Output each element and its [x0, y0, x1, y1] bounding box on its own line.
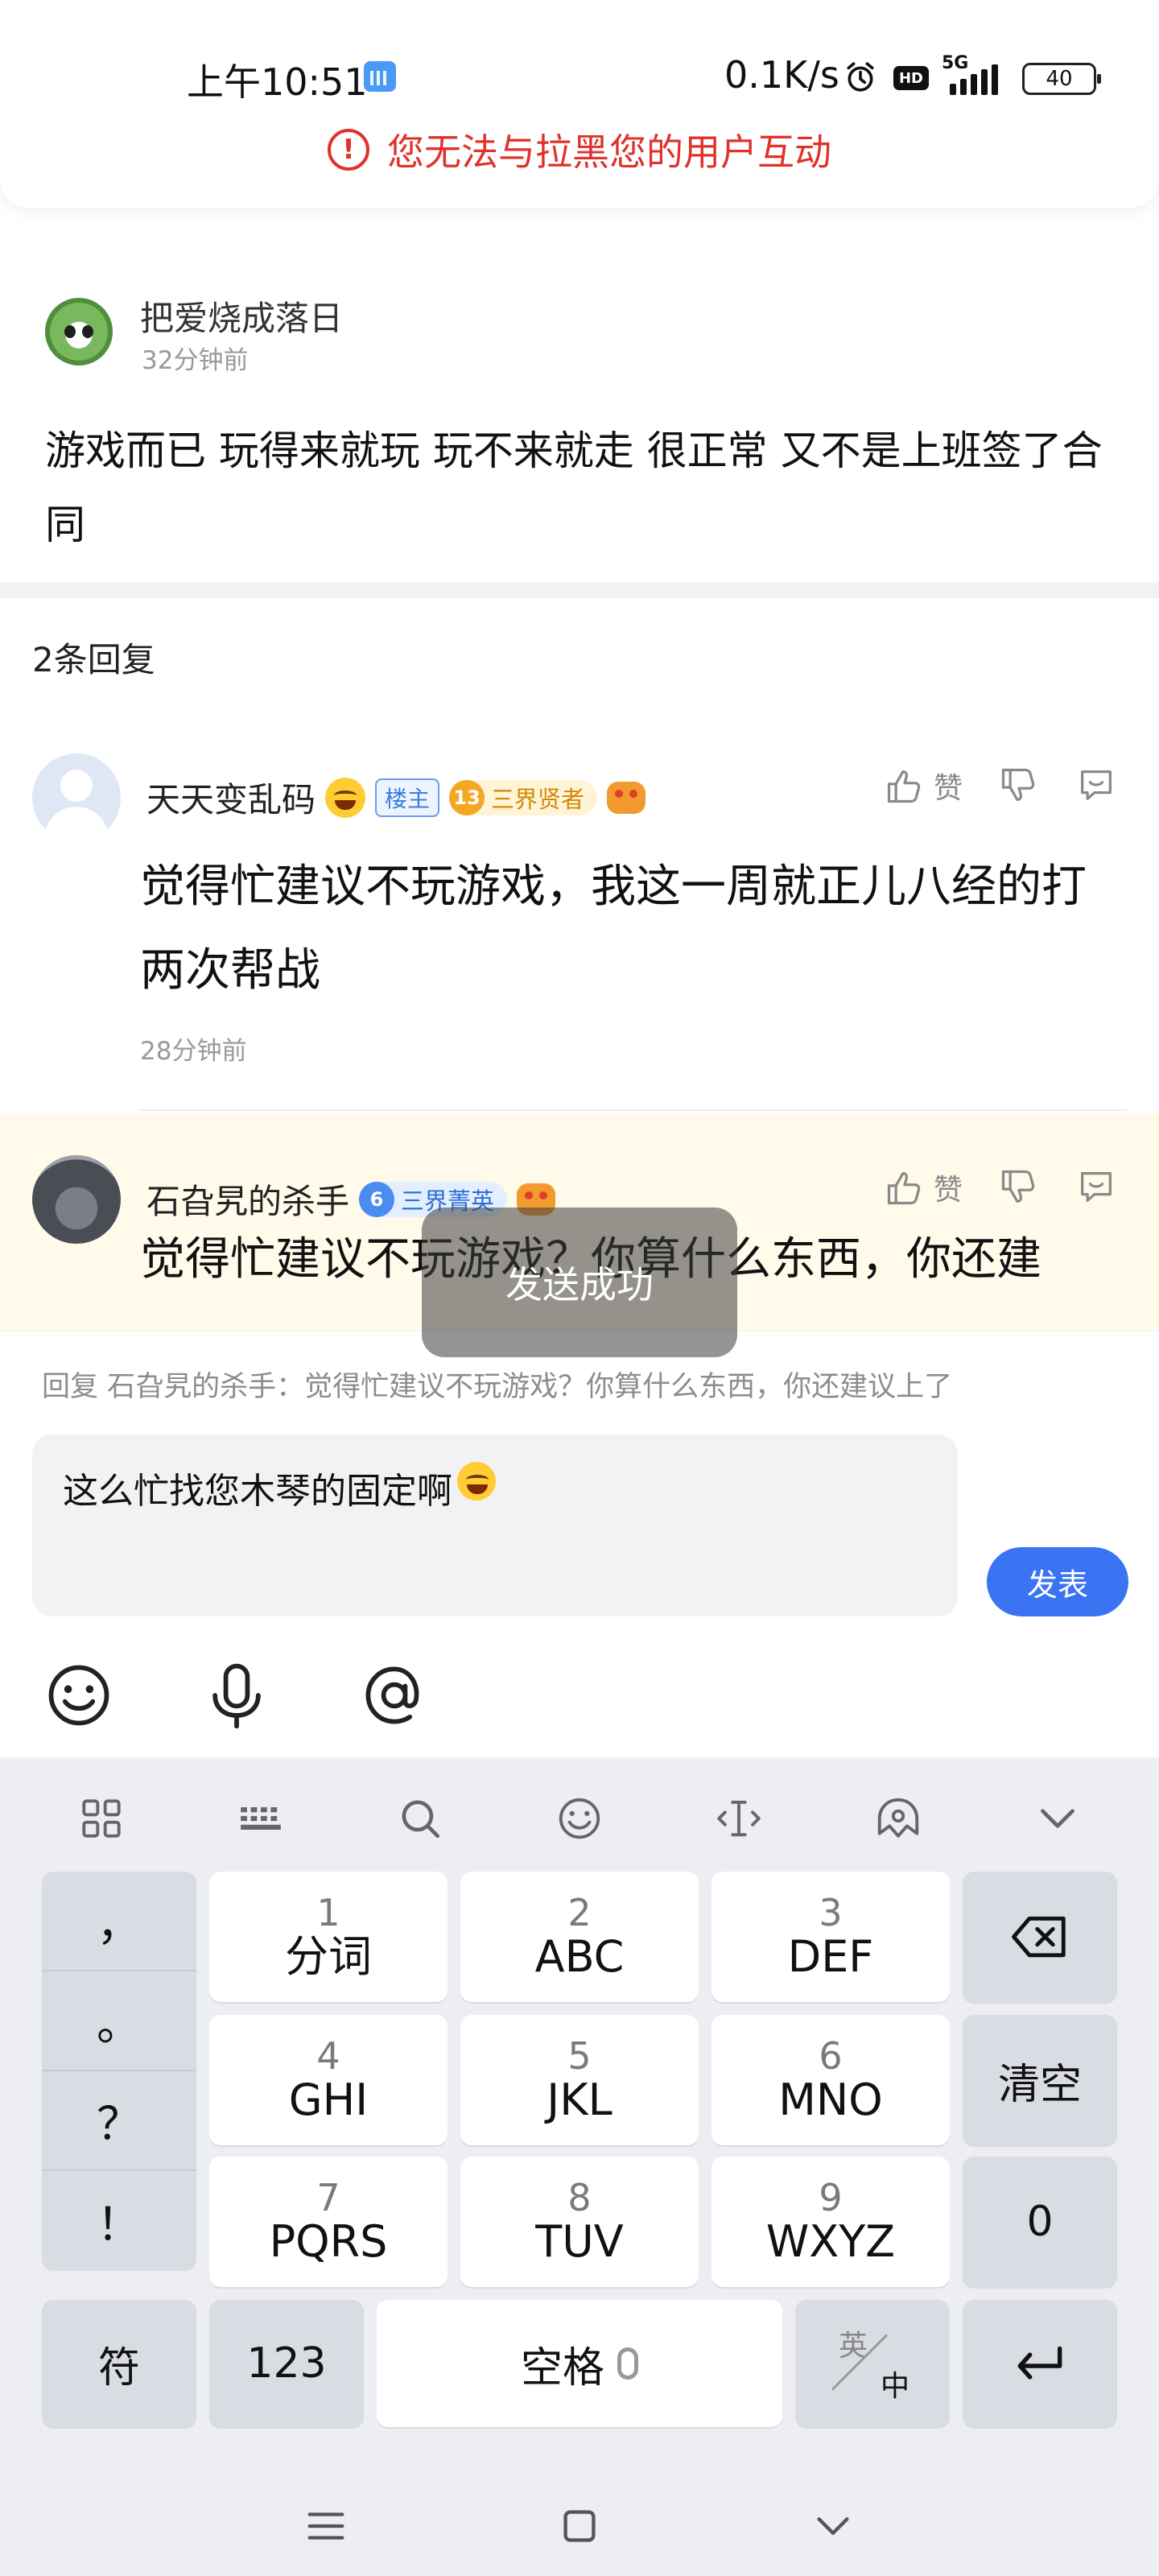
reply-target-hint: 回复 石旮旯的杀手：觉得忙建议不玩游戏？你算什么东西，你还建议上了 [42, 1371, 953, 1403]
like-button[interactable]: 赞 [884, 765, 963, 807]
main-post: 把爱烧成落日 32分钟前 游戏而已 玩得来就玩 玩不来就走 很正常 又不是上班签… [0, 208, 1159, 582]
divider [140, 1109, 1127, 1111]
thumbs-up-icon [887, 770, 921, 803]
key-5[interactable]: 5 JKL [460, 2015, 699, 2145]
mention-icon[interactable] [357, 1658, 431, 1732]
menu-nav-icon[interactable] [298, 2498, 354, 2554]
comment-icon [1081, 770, 1112, 800]
hd-icon: HD [893, 66, 929, 90]
title-badge: 三界贤者 [491, 785, 585, 813]
emoji-icon[interactable] [551, 1790, 608, 1847]
thumbs-down-icon [1001, 768, 1035, 801]
avatar[interactable] [32, 1155, 121, 1244]
microphone-icon[interactable] [200, 1658, 274, 1732]
system-nav-bar [0, 2474, 1159, 2576]
language-toggle-key[interactable]: 英 中 [795, 2300, 950, 2427]
status-bar: 上午10:51 0.1K/s HD 5G 40 [0, 50, 1159, 106]
skin-theme-icon[interactable] [869, 1790, 927, 1847]
key-3[interactable]: 3 DEF [711, 1872, 950, 2002]
level-number: 6 [359, 1181, 395, 1217]
reply-time: 28分钟前 [140, 1037, 247, 1066]
like-label: 赞 [933, 772, 963, 805]
keyboard-toolbar [0, 1757, 1159, 1870]
status-time: 上午10:51 [187, 60, 368, 104]
reply-item: 天天变乱码 楼主 13 三界贤者 赞 觉得忙建议不玩游戏，我这一周就正儿八经的打… [0, 724, 1159, 1111]
network-speed: 0.1K/s [724, 53, 839, 97]
laughing-emoji-icon [325, 777, 366, 818]
emoji-picker-icon[interactable] [42, 1658, 116, 1732]
like-button[interactable]: 赞 [884, 1166, 963, 1208]
ime-keyboard: ， 。 ？ ！ 1 分词 2 ABC 3 DEF 4 GHI 5 JKL 6 MNO 清空 … [0, 1757, 1159, 2576]
punct-key-exclaim[interactable]: ！ [42, 2171, 196, 2271]
dislike-button[interactable] [998, 1166, 1040, 1208]
battery-icon: 40 [1022, 63, 1101, 95]
key-6[interactable]: 6 MNO [711, 2015, 950, 2145]
key-7[interactable]: 7 PQRS [209, 2157, 448, 2287]
clear-key[interactable]: 清空 [963, 2015, 1117, 2145]
collapse-keyboard-icon[interactable] [1029, 1790, 1087, 1847]
symbol-key[interactable]: 符 [42, 2300, 196, 2427]
block-warning: ! 您无法与拉黑您的用户互动 [0, 126, 1159, 174]
game-controller-icon [607, 781, 646, 814]
key-4[interactable]: 4 GHI [209, 2015, 448, 2145]
enter-icon [1017, 2346, 1062, 2380]
publish-button[interactable]: 发表 [987, 1547, 1128, 1616]
key-9[interactable]: 9 WXYZ [711, 2157, 950, 2287]
toast-message: 发送成功 [422, 1208, 737, 1357]
key-1[interactable]: 1 分词 [209, 1872, 448, 2002]
reply-composer: 回复 石旮旯的杀手：觉得忙建议不玩游戏？你算什么东西，你还建议上了 这么忙找您木… [0, 1331, 1159, 1757]
host-badge: 楼主 [375, 778, 440, 817]
post-author[interactable]: 把爱烧成落日 [140, 291, 343, 341]
input-value: 这么忙找您木琴的固定啊 [63, 1471, 452, 1512]
avatar[interactable] [32, 753, 121, 842]
home-nav-icon[interactable] [551, 2498, 608, 2554]
alarm-icon [842, 60, 879, 95]
key-0[interactable]: 0 [963, 2157, 1117, 2287]
back-nav-icon[interactable] [805, 2498, 861, 2554]
signal-icon: 5G [942, 53, 1014, 95]
punctuation-column: ， 。 ？ ！ [42, 1872, 196, 2271]
level-number: 13 [449, 779, 485, 815]
top-banner-card: 上午10:51 0.1K/s HD 5G 40 ! 您无法与拉黑您的用户互动 [0, 0, 1159, 208]
cursor-move-icon[interactable] [710, 1790, 768, 1847]
comment-button[interactable] [1075, 765, 1117, 807]
level-badge: 13 三界贤者 [449, 779, 598, 815]
flushed-emoji-icon [457, 1462, 496, 1501]
punct-key-comma[interactable]: ， [42, 1872, 196, 1971]
keyboard-layout-icon[interactable] [232, 1790, 290, 1847]
post-time: 32分钟前 [142, 346, 249, 375]
search-icon[interactable] [391, 1790, 449, 1847]
dislike-button[interactable] [998, 765, 1040, 807]
thumbs-up-icon [887, 1172, 921, 1205]
comment-button[interactable] [1075, 1166, 1117, 1208]
key-8[interactable]: 8 TUV [460, 2157, 699, 2287]
reply-author[interactable]: 天天变乱码 [146, 773, 316, 822]
avatar[interactable] [45, 298, 113, 365]
like-label: 赞 [933, 1174, 963, 1207]
warning-text: 您无法与拉黑您的用户互动 [387, 130, 831, 174]
punct-key-period[interactable]: 。 [42, 1971, 196, 2071]
thumbs-down-icon [1001, 1170, 1035, 1203]
backspace-key[interactable] [963, 1872, 1117, 2002]
numeric-key[interactable]: 123 [209, 2300, 364, 2427]
reply-author[interactable]: 石旮旯的杀手 [146, 1174, 349, 1224]
menu-grid-icon[interactable] [72, 1790, 130, 1847]
backspace-icon [1012, 1916, 1066, 1958]
calendar-icon [364, 61, 396, 92]
reply-content: 觉得忙建议不玩游戏，我这一周就正儿八经的打两次帮战 [140, 861, 1087, 997]
post-content: 游戏而已 玩得来就玩 玩不来就走 很正常 又不是上班签了合同 [45, 427, 1103, 548]
voice-icon [617, 2347, 638, 2380]
reply-count: 2条回复 [32, 640, 155, 679]
key-2[interactable]: 2 ABC [460, 1872, 699, 2002]
enter-key[interactable] [963, 2300, 1117, 2427]
alert-circle-icon: ! [328, 129, 369, 171]
space-key[interactable]: 空格 [377, 2300, 782, 2427]
comment-icon [1081, 1172, 1112, 1202]
section-divider [0, 582, 1159, 598]
punct-key-question[interactable]: ？ [42, 2071, 196, 2171]
comment-input[interactable]: 这么忙找您木琴的固定啊 [32, 1435, 958, 1616]
